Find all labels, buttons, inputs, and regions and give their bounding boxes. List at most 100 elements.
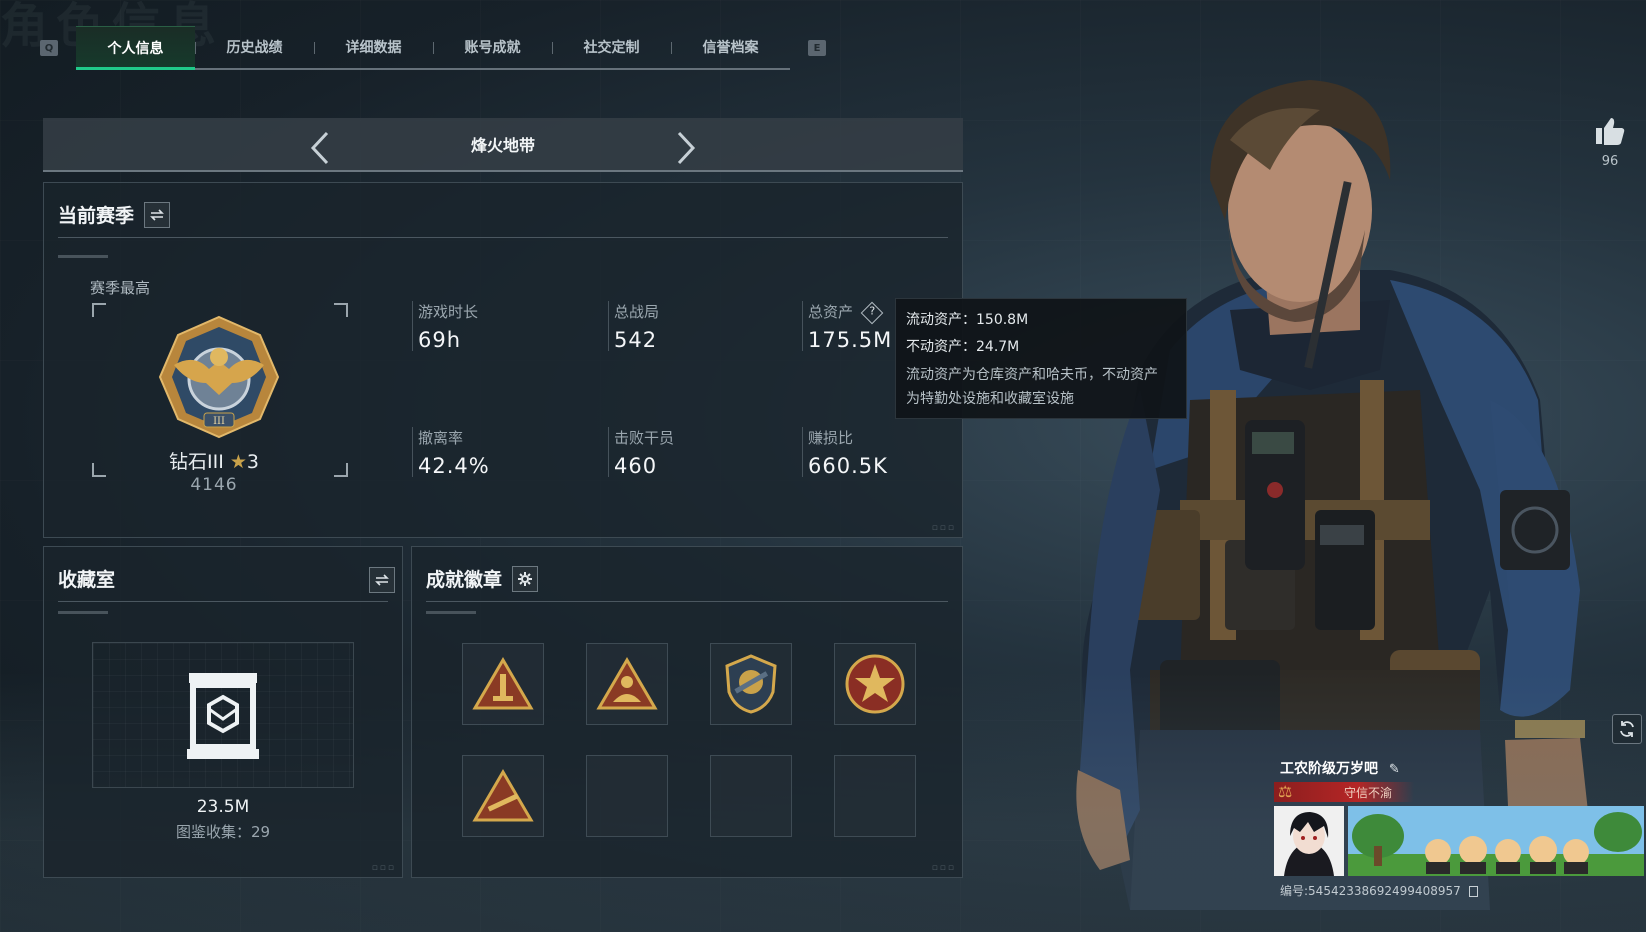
achievements-header: 成就徽章 <box>426 565 539 592</box>
stat-divider <box>412 301 413 351</box>
stat-divider <box>412 427 413 477</box>
rank-star-icon: ★ <box>229 451 247 473</box>
stat-divider <box>608 427 609 477</box>
frame-corner <box>92 303 106 317</box>
assets-tooltip: 流动资产：150.8M 不动资产：24.7M 流动资产为仓库资产和哈夫币，不动资… <box>895 298 1187 419</box>
stat-label: 击败干员 <box>614 429 675 447</box>
tab-social-customization[interactable]: 社交定制 <box>552 26 671 68</box>
achievements-title: 成就徽章 <box>426 569 503 591</box>
tooltip-description: 流动资产为仓库资产和哈夫币，不动资产 为特勤处设施和收藏室设施 <box>906 363 1176 411</box>
empty-badge-slot[interactable] <box>586 755 668 837</box>
panel-corner-decor: ▫▫▫ <box>931 863 956 873</box>
stat-divider <box>608 301 609 351</box>
stat-play-time: 游戏时长 69h <box>418 301 478 352</box>
warning-triangle-badge-icon[interactable] <box>462 643 544 725</box>
stat-total-assets: 总资产 ? 175.5M <box>808 301 892 352</box>
diamond-rank-emblem-icon: III <box>154 313 284 447</box>
season-header: 当前赛季 <box>58 201 171 228</box>
gear-icon[interactable] <box>512 565 539 592</box>
reputation-badge-text: 守信不渝 <box>1344 785 1393 800</box>
stat-operators-defeated: 击败干员 460 <box>614 427 674 478</box>
mode-selector: 烽火地带 <box>43 118 963 172</box>
tab-reputation-record[interactable]: 信誉档案 <box>671 26 790 68</box>
display-case-icon <box>183 669 263 767</box>
swap-collection-icon[interactable] <box>369 567 395 593</box>
empty-badge-slot[interactable] <box>710 755 792 837</box>
rifle-triangle-badge-icon[interactable] <box>462 755 544 837</box>
tab-match-history[interactable]: 历史战绩 <box>195 26 314 68</box>
decor-line <box>58 611 108 614</box>
stat-total-matches: 总战局 542 <box>614 301 659 352</box>
season-divider <box>58 237 948 238</box>
player-avatar[interactable] <box>1274 806 1344 876</box>
collection-header: 收藏室 <box>58 565 115 592</box>
season-peak-label: 赛季最高 <box>90 279 151 297</box>
stat-value: 69h <box>418 328 462 352</box>
tooltip-desc-line: 为特勤处设施和收藏室设施 <box>906 391 1074 407</box>
soldier-triangle-badge-icon[interactable] <box>586 643 668 725</box>
key-hint-q[interactable]: Q <box>40 40 58 56</box>
thumbs-up-icon <box>1596 118 1625 145</box>
player-uid: 编号:545423386924994089​57 <box>1280 882 1478 899</box>
current-season-panel: 当前赛季 赛季最高 III 钻石III ★3 4146 游戏时长 69h 总战局… <box>43 182 963 538</box>
profile-banner <box>1348 806 1644 876</box>
rank-stars: 3 <box>246 451 259 473</box>
stat-value: 460 <box>614 454 658 478</box>
stat-divider <box>802 301 803 351</box>
frame-corner <box>334 303 348 317</box>
rotate-refresh-icon[interactable] <box>1612 714 1642 744</box>
collection-display-case[interactable] <box>92 642 354 788</box>
help-question-icon[interactable]: ? <box>860 301 884 324</box>
shield-emblem-badge-icon[interactable] <box>710 643 792 725</box>
stat-value: 660.5K <box>808 454 888 478</box>
edit-pencil-icon[interactable]: ✎ <box>1389 762 1400 777</box>
collection-divider <box>58 601 388 602</box>
stat-value: 175.5M <box>808 328 893 352</box>
swap-season-icon[interactable] <box>144 201 171 228</box>
like-count: 96 <box>1601 154 1619 169</box>
stat-label: 总资产 ? <box>808 301 892 324</box>
star-medal-badge-icon[interactable] <box>834 643 916 725</box>
rank-score: 4146 <box>190 475 238 495</box>
panel-corner-decor: ▫▫▫ <box>931 523 956 533</box>
empty-badge-slot[interactable] <box>834 755 916 837</box>
stat-label: 赚损比 <box>808 429 854 447</box>
next-mode-chevron-icon[interactable] <box>673 131 699 165</box>
like-widget[interactable]: 96 <box>1590 116 1630 169</box>
collection-catalog-count: 图鉴收集：29 <box>175 823 271 841</box>
stat-profit-loss-ratio: 赚损比 660.5K <box>808 427 888 478</box>
svg-text:III: III <box>213 416 225 427</box>
tab-detailed-data[interactable]: 详细数据 <box>314 26 433 68</box>
frame-corner <box>334 463 348 477</box>
stat-divider <box>802 427 803 477</box>
tab-list: 个人信息 历史战绩 详细数据 账号成就 社交定制 信誉档案 <box>76 26 790 70</box>
tooltip-liquid-assets: 流动资产：150.8M <box>906 312 1029 328</box>
season-title: 当前赛季 <box>58 205 135 227</box>
tab-account-achievements[interactable]: 账号成就 <box>433 26 552 68</box>
player-name-text: 工农阶级万岁吧 <box>1280 761 1378 777</box>
prev-mode-chevron-icon[interactable] <box>307 131 333 165</box>
top-tab-bar: Q 个人信息 历史战绩 详细数据 账号成就 社交定制 信誉档案 E <box>40 26 826 70</box>
key-hint-e[interactable]: E <box>808 40 826 56</box>
tooltip-fixed-assets: 不动资产：24.7M <box>906 339 1020 355</box>
tab-personal-info[interactable]: 个人信息 <box>76 26 195 70</box>
collection-value: 23.5M <box>196 797 250 817</box>
player-card[interactable]: 工农阶级万岁吧 ✎ ⚖ 守信不渝 <box>1272 758 1644 908</box>
collection-room-panel: 收藏室 23.5M 图鉴收集：29 ▫▫▫ <box>43 546 403 878</box>
panel-corner-decor: ▫▫▫ <box>371 863 396 873</box>
player-uid-text: 编号:545423386924994089​57 <box>1280 884 1461 898</box>
stat-value: 542 <box>614 328 658 352</box>
stat-label: 撤离率 <box>418 429 464 447</box>
rank-line: 钻石III ★3 <box>104 447 324 474</box>
stat-value: 42.4% <box>418 454 490 478</box>
decor-line <box>58 255 108 258</box>
copy-icon[interactable] <box>1468 886 1478 897</box>
achievements-divider <box>426 601 948 602</box>
stat-label-text: 总资产 <box>808 303 854 321</box>
rank-name: 钻石III <box>169 451 224 473</box>
stat-extraction-rate: 撤离率 42.4% <box>418 427 490 478</box>
scales-icon: ⚖ <box>1278 782 1293 801</box>
player-name: 工农阶级万岁吧 ✎ <box>1280 758 1400 778</box>
mode-title: 烽火地带 <box>470 136 535 155</box>
stat-label: 游戏时长 <box>418 303 479 321</box>
